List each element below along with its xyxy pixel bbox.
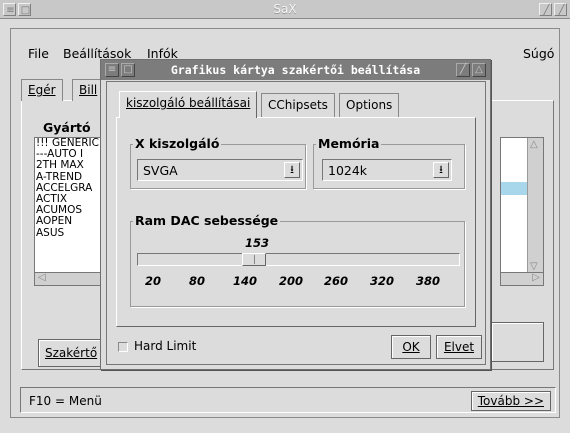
statusbar: F10 = Menü Tovább >> xyxy=(20,387,556,413)
model-vscrollbar[interactable]: △ ▽ xyxy=(527,138,543,273)
slider-tick-label: 80 xyxy=(189,274,206,288)
tab-chipsets-label: CChipsets xyxy=(268,98,328,112)
selected-list-item[interactable] xyxy=(501,182,528,195)
ok-button-label: OK xyxy=(402,340,420,354)
memory-combo[interactable]: 1024k ⭳ xyxy=(322,159,452,181)
xserver-dropdown-button[interactable]: ⭳ xyxy=(284,162,300,178)
tab-mouse-label: Egér xyxy=(28,83,56,97)
dropdown-arrow-icon: ⭳ xyxy=(439,163,443,176)
list-item[interactable]: AOPEN xyxy=(36,216,106,227)
memory-dropdown-button[interactable]: ⭳ xyxy=(433,162,449,178)
tab-keyboard-label: Bill xyxy=(79,83,98,97)
menu-help[interactable]: Súgó xyxy=(523,46,554,61)
manufacturer-hscrollbar[interactable]: ◁ xyxy=(34,272,106,286)
xserver-group: X kiszolgáló SVGA ⭳ xyxy=(130,136,306,189)
next-button-label: Tovább >> xyxy=(477,394,544,408)
tab-server-settings-label: kiszolgáló beállításai xyxy=(126,96,251,110)
xserver-group-label: X kiszolgáló xyxy=(133,136,222,151)
window-maximize-button[interactable]: ╱ xyxy=(539,3,552,16)
window-title: SaX xyxy=(273,2,297,16)
right-action-button[interactable] xyxy=(491,322,544,362)
cancel-button-label: Elvet xyxy=(443,340,475,354)
memory-group-label: Memória xyxy=(316,136,382,151)
slider-tick-label: 200 xyxy=(279,274,304,288)
slider-tick-label: 380 xyxy=(416,274,441,288)
xserver-combo[interactable]: SVGA ⭳ xyxy=(137,159,303,181)
list-item[interactable]: ASUS xyxy=(36,227,106,239)
close-icon: △ xyxy=(475,64,483,75)
ramdac-slider[interactable] xyxy=(137,253,460,266)
dialog-title: Grafikus kártya szakértői beállítása xyxy=(170,63,421,77)
expert-button[interactable]: Szakértő xyxy=(38,339,104,367)
ramdac-group: Ram DAC sebessége 153 20 80 140 200 260 … xyxy=(130,213,465,307)
slider-tick-label: 20 xyxy=(145,274,162,288)
model-hscrollbar[interactable]: ▷ xyxy=(500,272,544,286)
tab-panel: X kiszolgáló SVGA ⭳ Memória 1024k ⭳ Ram … xyxy=(116,117,476,327)
memory-value: 1024k xyxy=(328,163,368,178)
window-close-button[interactable]: ╱ xyxy=(554,3,567,16)
tab-mouse[interactable]: Egér xyxy=(21,79,63,101)
model-list[interactable]: △ ▽ xyxy=(500,137,544,274)
manufacturer-label: Gyártó xyxy=(43,120,91,135)
dialog-close-button[interactable]: △ xyxy=(472,63,486,77)
hard-limit-checkbox[interactable] xyxy=(118,342,128,352)
tab-chipsets[interactable]: CChipsets xyxy=(261,93,335,117)
maximize-icon: ╱ xyxy=(543,5,550,16)
list-item[interactable]: 2TH MAX xyxy=(36,160,106,171)
menu-file[interactable]: File xyxy=(28,46,49,61)
cancel-button[interactable]: Elvet xyxy=(436,335,482,359)
dialog-titlebar: ≡ □ Grafikus kártya szakértői beállítása… xyxy=(101,60,490,80)
tab-keyboard[interactable]: Bill xyxy=(72,79,102,101)
ok-button[interactable]: OK xyxy=(391,335,431,359)
tab-options-label: Options xyxy=(346,98,393,112)
expert-button-label: Szakértő xyxy=(45,346,98,360)
next-button[interactable]: Tovább >> xyxy=(470,391,551,411)
graphics-card-expert-dialog: ≡ □ Grafikus kártya szakértői beállítása… xyxy=(100,59,491,370)
window-titlebar: ≡ □ SaX ╱ ╱ xyxy=(0,0,570,19)
xserver-value: SVGA xyxy=(143,163,178,178)
dialog-maximize-button[interactable]: ╱ xyxy=(456,63,470,77)
scroll-right-icon[interactable]: ▷ xyxy=(532,272,540,283)
ramdac-group-label: Ram DAC sebessége xyxy=(133,213,281,228)
close-icon: ╱ xyxy=(558,5,565,16)
scroll-up-icon[interactable]: △ xyxy=(530,139,538,150)
scroll-down-icon[interactable]: ▽ xyxy=(530,261,538,272)
tab-server-settings[interactable]: kiszolgáló beállításai xyxy=(119,91,258,118)
memory-group: Memória 1024k ⭳ xyxy=(313,136,465,189)
manufacturer-list[interactable]: !!! GENERIC ---AUTO I 2TH MAX A-TREND AC… xyxy=(34,137,106,274)
status-text: F10 = Menü xyxy=(29,394,102,408)
scroll-left-icon[interactable]: ◁ xyxy=(38,272,46,283)
hard-limit-label: Hard Limit xyxy=(134,339,197,353)
slider-tick-label: 320 xyxy=(370,274,395,288)
maximize-icon: ╱ xyxy=(459,64,467,75)
ramdac-current-value: 153 xyxy=(245,236,270,250)
slider-tick-label: 140 xyxy=(233,274,258,288)
dropdown-arrow-icon: ⭳ xyxy=(290,163,294,176)
ramdac-slider-handle[interactable] xyxy=(242,253,266,266)
tab-options[interactable]: Options xyxy=(339,93,400,117)
slider-tick-label: 260 xyxy=(324,274,349,288)
